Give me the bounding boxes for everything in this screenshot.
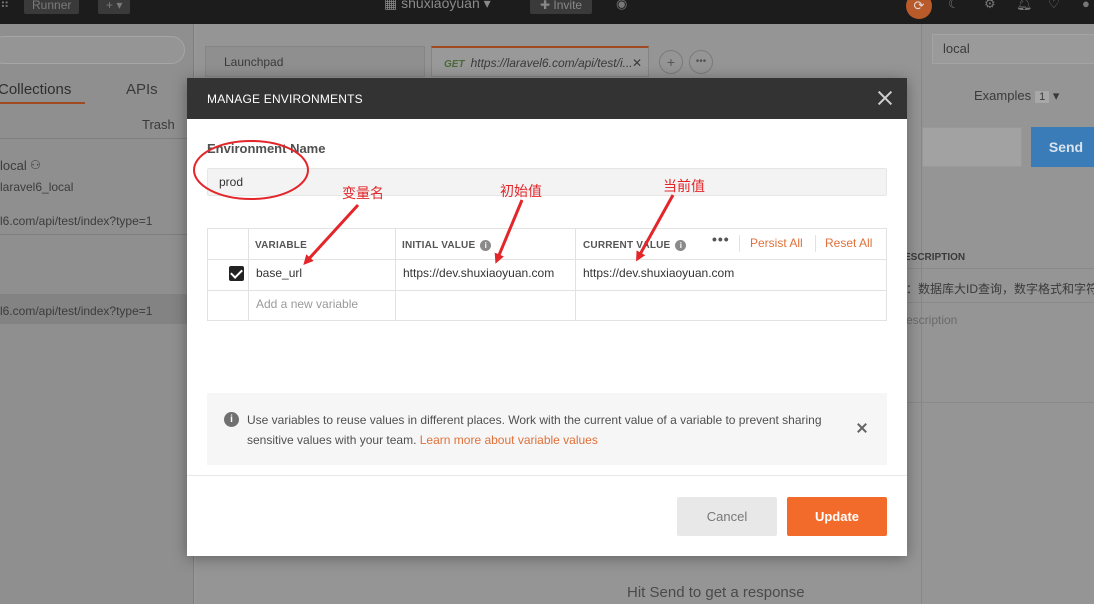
description-cell[interactable]: ：数据库大ID查询，数字格式和字符 <box>906 280 1094 297</box>
close-icon[interactable]: ✕ <box>632 48 642 78</box>
environment-name-label: Environment Name <box>207 141 326 156</box>
column-header-current-value: CURRENT VALUE i <box>583 240 687 251</box>
settings-icon[interactable]: ⚙ <box>984 0 996 12</box>
environment-name-input[interactable] <box>207 168 887 196</box>
more-options-icon[interactable]: ••• <box>712 231 730 247</box>
info-banner-text: Use variables to reuse values in differe… <box>247 410 847 450</box>
info-icon[interactable]: i <box>675 240 687 251</box>
persist-all-button[interactable]: Persist All <box>750 236 803 250</box>
column-header-initial-value: INITIAL VALUE i <box>402 240 492 251</box>
variables-table: VARIABLE INITIAL VALUE i CURRENT VALUE i •… <box>207 228 887 321</box>
response-placeholder: Hit Send to get a response <box>627 584 805 601</box>
avatar[interactable]: ● <box>1082 0 1090 11</box>
sidebar-search-input[interactable] <box>0 36 185 64</box>
notifications-icon[interactable]: 🔔︎ <box>1016 0 1033 12</box>
current-value-cell[interactable]: https://dev.shuxiaoyuan.com <box>583 266 734 280</box>
footer-divider <box>187 475 907 476</box>
cancel-button[interactable]: Cancel <box>677 497 777 536</box>
annotation-label-initial-value: 初始值 <box>500 184 542 200</box>
send-button[interactable]: Send <box>1031 127 1094 167</box>
url-input[interactable] <box>922 127 1022 167</box>
column-header-initial-value-text: INITIAL VALUE <box>402 240 476 251</box>
info-icon[interactable]: i <box>480 240 492 251</box>
more-tabs-icon[interactable]: ••• <box>689 50 713 74</box>
collection-name[interactable]: local <box>0 158 27 173</box>
divider <box>904 302 1094 303</box>
tab-apis[interactable]: APIs <box>126 81 158 98</box>
workspace-icon: ▦ <box>384 0 402 11</box>
row-divider <box>208 259 886 260</box>
dismiss-banner-icon[interactable] <box>855 421 869 435</box>
column-header-current-value-text: CURRENT VALUE <box>583 240 671 251</box>
team-icon: ⚇ <box>30 158 41 172</box>
chevron-down-icon: ▾ <box>1049 88 1060 103</box>
manage-environments-modal: MANAGE ENVIRONMENTS Environment Name VAR… <box>187 78 907 556</box>
tab-label: https://laravel6.com/api/test/i... <box>470 56 633 70</box>
invite-label: Invite <box>553 0 583 12</box>
chevron-down-icon: ▾ <box>479 0 491 11</box>
tab-collections[interactable]: Collections <box>0 81 71 98</box>
variable-enabled-checkbox[interactable] <box>229 266 244 281</box>
annotation-label-current-value: 当前值 <box>663 179 705 195</box>
modal-title: MANAGE ENVIRONMENTS <box>207 92 363 106</box>
description-placeholder[interactable]: escription <box>906 313 957 327</box>
divider <box>904 268 1094 269</box>
description-header: ESCRIPTION <box>904 252 966 263</box>
tab-request[interactable]: GET https://laravel6.com/api/test/i... ✕ <box>431 46 649 77</box>
right-panel: local Examples 1 ▾ Send ESCRIPTION ：数据库大I… <box>904 24 1094 604</box>
examples-label: Examples <box>974 88 1032 103</box>
info-icon: i <box>224 412 239 427</box>
runner-button[interactable]: Runner <box>24 0 80 14</box>
update-button[interactable]: Update <box>787 497 887 536</box>
environment-select-value: local <box>943 41 970 56</box>
workspace-selector[interactable]: ▦ shuxiaoyuan ▾ <box>384 0 491 12</box>
environment-select[interactable]: local <box>932 34 1094 64</box>
learn-more-link[interactable]: Learn more about variable values <box>420 433 598 447</box>
reset-all-button[interactable]: Reset All <box>825 236 872 250</box>
annotation-label-variable-name: 变量名 <box>342 186 384 202</box>
active-tab-indicator <box>0 102 85 104</box>
examples-dropdown[interactable]: Examples 1 ▾ <box>974 88 1059 104</box>
initial-value-cell[interactable]: https://dev.shuxiaoyuan.com <box>403 266 554 280</box>
sidebar: Collections APIs Trash local ⚇ laravel6_… <box>0 24 194 604</box>
column-header-variable: VARIABLE <box>255 240 307 251</box>
satellite-icon[interactable]: ◉ <box>616 0 627 12</box>
folder-name[interactable]: laravel6_local <box>0 180 73 194</box>
trash-link[interactable]: Trash <box>142 117 175 132</box>
new-variable-input[interactable]: Add a new variable <box>256 297 358 311</box>
info-banner: i Use variables to reuse values in diffe… <box>207 393 887 465</box>
request-item[interactable]: l6.com/api/test/index?type=1 <box>0 304 152 318</box>
method-badge: GET <box>444 59 465 70</box>
menu-icon[interactable]: ⠿ <box>0 0 10 12</box>
sync-icon[interactable]: ⟳ <box>906 0 932 19</box>
tab-label: Launchpad <box>224 55 284 69</box>
row-divider <box>208 290 886 291</box>
invite-button[interactable]: ✚ Invite <box>530 0 593 14</box>
variable-name-cell[interactable]: base_url <box>256 266 302 280</box>
divider <box>0 234 194 235</box>
request-item[interactable]: l6.com/api/test/index?type=1 <box>0 214 152 228</box>
heart-icon[interactable]: ♡ <box>1048 0 1060 12</box>
divider <box>904 402 1094 403</box>
divider <box>0 138 194 139</box>
top-bar: ⠿ Runner + ▾ ▦ shuxiaoyuan ▾ ✚ Invite ◉ … <box>0 0 1094 24</box>
modal-header: MANAGE ENVIRONMENTS <box>187 78 907 119</box>
examples-count: 1 <box>1035 91 1050 103</box>
tab-launchpad[interactable]: Launchpad <box>205 46 425 77</box>
invite-icon: ✚ <box>540 0 554 12</box>
add-tab-icon[interactable]: + <box>659 50 683 74</box>
divider <box>739 235 740 252</box>
new-tab-button[interactable]: + ▾ <box>98 0 131 14</box>
close-icon[interactable] <box>875 88 895 108</box>
workspace-name: shuxiaoyuan <box>401 0 480 11</box>
interceptor-icon[interactable]: ☾ <box>948 0 960 12</box>
divider <box>815 235 816 252</box>
